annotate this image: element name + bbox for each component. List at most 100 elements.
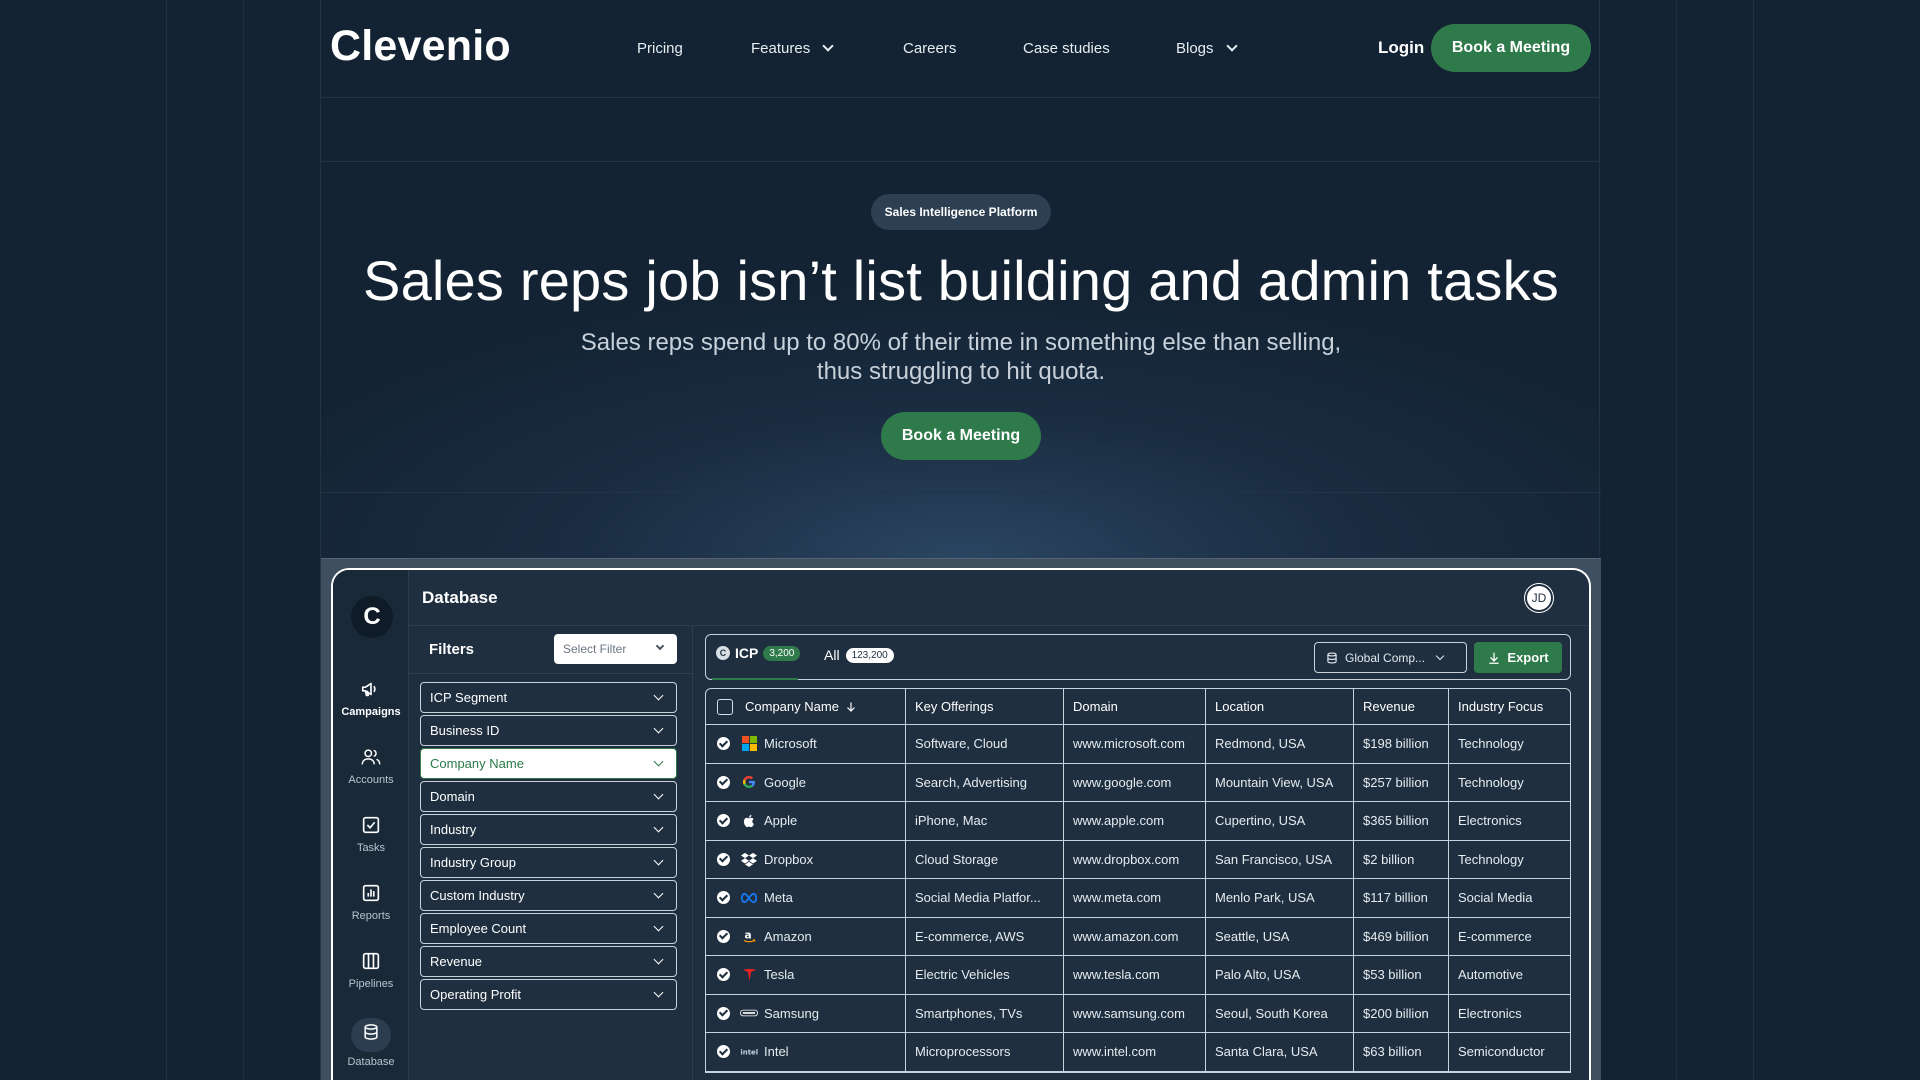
cell-key-offerings: Cloud Storage bbox=[906, 840, 1064, 878]
cell-location: Mountain View, USA bbox=[1206, 763, 1354, 801]
table-row[interactable]: Google Search, Advertising www.google.com M… bbox=[706, 763, 1570, 802]
sidebar-item-database[interactable]: Database bbox=[333, 1018, 409, 1068]
brand-logo[interactable]: Clevenio bbox=[330, 22, 511, 71]
checkbox-icon bbox=[362, 816, 380, 834]
nav-case-studies[interactable]: Case studies bbox=[1023, 40, 1110, 57]
tab-icp[interactable]: C ICP 3,200 bbox=[716, 645, 801, 661]
row-checkbox[interactable] bbox=[717, 1045, 730, 1059]
amazon-logo: a bbox=[740, 927, 758, 945]
table-row[interactable]: Tesla Electric Vehicles www.tesla.com Palo … bbox=[706, 956, 1570, 995]
login-link[interactable]: Login bbox=[1378, 38, 1424, 58]
cell-domain: www.meta.com bbox=[1064, 879, 1206, 917]
cell-company-name: Apple bbox=[706, 802, 906, 840]
table-row[interactable]: Apple iPhone, Mac www.apple.com Cupertino, … bbox=[706, 802, 1570, 841]
chevron-down-icon bbox=[653, 822, 664, 833]
row-checkbox[interactable] bbox=[717, 814, 730, 828]
sidebar-item-campaigns[interactable]: Campaigns bbox=[333, 678, 409, 718]
table-row[interactable]: intel Intel Microprocessors www.intel.com Sa… bbox=[706, 1033, 1570, 1072]
select-all-checkbox[interactable] bbox=[717, 698, 733, 715]
nav-blogs[interactable]: Blogs bbox=[1176, 40, 1238, 57]
filter-label: Domain bbox=[430, 789, 475, 804]
cell-revenue: $365 billion bbox=[1354, 802, 1449, 840]
row-checkbox[interactable] bbox=[717, 968, 730, 982]
select-filter-dropdown[interactable]: Select Filter bbox=[554, 634, 677, 664]
column-revenue[interactable]: Revenue bbox=[1354, 689, 1449, 724]
row-checkbox[interactable] bbox=[717, 891, 730, 905]
filter-dropdown[interactable]: Custom Industry bbox=[420, 880, 677, 911]
svg-text:intel: intel bbox=[740, 1048, 758, 1056]
book-meeting-button-hero[interactable]: Book a Meeting bbox=[881, 412, 1041, 460]
filter-dropdown[interactable]: Domain bbox=[420, 781, 677, 812]
table-row[interactable]: Microsoft Software, Cloud www.microsoft.co… bbox=[706, 725, 1570, 764]
column-key-offerings[interactable]: Key Offerings bbox=[906, 689, 1064, 724]
app-logo[interactable]: C bbox=[351, 596, 393, 638]
cell-location: Seoul, South Korea bbox=[1206, 994, 1354, 1032]
bg-guide-line bbox=[1753, 0, 1754, 1080]
all-count: 123,200 bbox=[845, 647, 894, 663]
filter-dropdown[interactable]: Company Name bbox=[420, 748, 677, 779]
global-companies-dropdown[interactable]: Global Comp... bbox=[1314, 642, 1467, 673]
row-checkbox[interactable] bbox=[717, 852, 730, 866]
row-checkbox[interactable] bbox=[717, 929, 730, 943]
avatar[interactable]: JD bbox=[1525, 584, 1553, 612]
sidebar-item-accounts[interactable]: Accounts bbox=[333, 746, 409, 786]
sidebar-item-label: Reports bbox=[351, 910, 391, 922]
cell-location: San Francisco, USA bbox=[1206, 840, 1354, 878]
column-industry-focus[interactable]: Industry Focus bbox=[1449, 689, 1570, 724]
export-button[interactable]: Export bbox=[1474, 642, 1562, 673]
company-name: Amazon bbox=[764, 928, 812, 944]
column-location[interactable]: Location bbox=[1206, 689, 1354, 724]
icp-badge: C bbox=[716, 646, 730, 660]
filter-dropdown[interactable]: Business ID bbox=[420, 715, 677, 746]
filter-dropdown[interactable]: Industry bbox=[420, 814, 677, 845]
column-label: Company Name bbox=[745, 699, 839, 714]
filter-dropdown[interactable]: Operating Profit bbox=[420, 979, 677, 1010]
nav-pricing[interactable]: Pricing bbox=[637, 40, 683, 57]
nav-careers[interactable]: Careers bbox=[903, 40, 956, 57]
filter-dropdown[interactable]: Employee Count bbox=[420, 913, 677, 944]
filter-dropdown[interactable]: Revenue bbox=[420, 946, 677, 977]
cell-industry-focus: Automotive bbox=[1458, 967, 1524, 983]
company-name: Tesla bbox=[764, 967, 795, 983]
sidebar-item-tasks[interactable]: Tasks bbox=[333, 814, 409, 854]
row-checkbox[interactable] bbox=[717, 737, 730, 751]
app-header: Database JD bbox=[409, 570, 1589, 626]
app-window: C Campaigns Accounts Tasks Reports Pipel… bbox=[331, 568, 1591, 1080]
column-domain[interactable]: Domain bbox=[1064, 689, 1206, 724]
table-row[interactable]: Samsung Smartphones, TVs www.samsung.com Se… bbox=[706, 994, 1570, 1033]
sidebar-item-pipelines[interactable]: Pipelines bbox=[333, 950, 409, 990]
cell-key-offerings: E-commerce, AWS bbox=[906, 917, 1064, 955]
table-row[interactable]: a Amazon E-commerce, AWS www.amazon.com Seat… bbox=[706, 917, 1570, 956]
divider bbox=[321, 97, 1601, 98]
cell-key-offerings: Microprocessors bbox=[906, 1033, 1064, 1071]
filter-label: Industry Group bbox=[430, 855, 516, 870]
cell-domain: www.dropbox.com bbox=[1064, 840, 1206, 878]
meta-logo bbox=[740, 889, 758, 907]
tab-all[interactable]: All 123,200 bbox=[824, 647, 894, 663]
chevron-down-icon bbox=[653, 987, 664, 998]
chevron-down-icon bbox=[653, 789, 664, 800]
category-pill: Sales Intelligence Platform bbox=[871, 194, 1051, 230]
cell-key-offerings: Social Media Platfor... bbox=[906, 879, 1064, 917]
nav-label: Features bbox=[751, 40, 811, 57]
cell-company-name: Samsung bbox=[706, 994, 906, 1032]
cell-key-offerings: iPhone, Mac bbox=[906, 802, 1064, 840]
column-company-name[interactable]: Company Name bbox=[706, 689, 906, 724]
chevron-down-icon bbox=[653, 723, 664, 734]
filter-dropdown[interactable]: ICP Segment bbox=[420, 682, 677, 713]
sidebar-item-label: Database bbox=[347, 1056, 395, 1068]
sidebar-item-reports[interactable]: Reports bbox=[333, 882, 409, 922]
book-meeting-button-nav[interactable]: Book a Meeting bbox=[1431, 24, 1591, 72]
global-companies-label: Global Comp... bbox=[1345, 650, 1426, 665]
company-name: Meta bbox=[764, 890, 793, 906]
row-checkbox[interactable] bbox=[717, 775, 730, 789]
row-checkbox[interactable] bbox=[717, 1006, 730, 1020]
nav-label: Case studies bbox=[1023, 40, 1110, 57]
cell-company-name: Dropbox bbox=[706, 840, 906, 878]
cell-industry-focus: Electronics bbox=[1458, 813, 1522, 829]
cell-location: Santa Clara, USA bbox=[1206, 1033, 1354, 1071]
filter-dropdown[interactable]: Industry Group bbox=[420, 847, 677, 878]
table-row[interactable]: Meta Social Media Platfor... www.meta.com M… bbox=[706, 879, 1570, 918]
table-row[interactable]: Dropbox Cloud Storage www.dropbox.com San F… bbox=[706, 840, 1570, 879]
nav-features[interactable]: Features bbox=[751, 40, 834, 57]
